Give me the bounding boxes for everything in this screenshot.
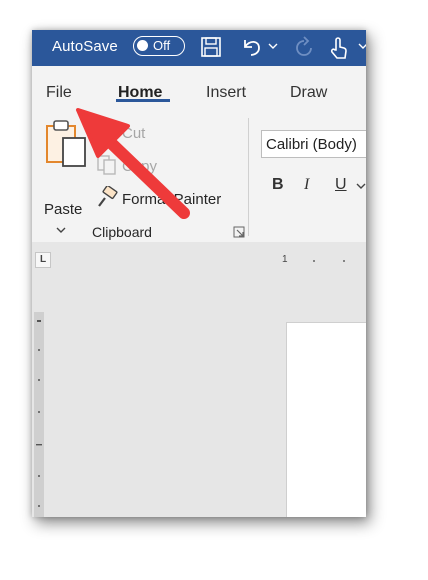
word-window: AutoSave Off File Home Insert Draw Paste… [32,30,366,517]
annotation-arrow-icon [76,108,190,219]
